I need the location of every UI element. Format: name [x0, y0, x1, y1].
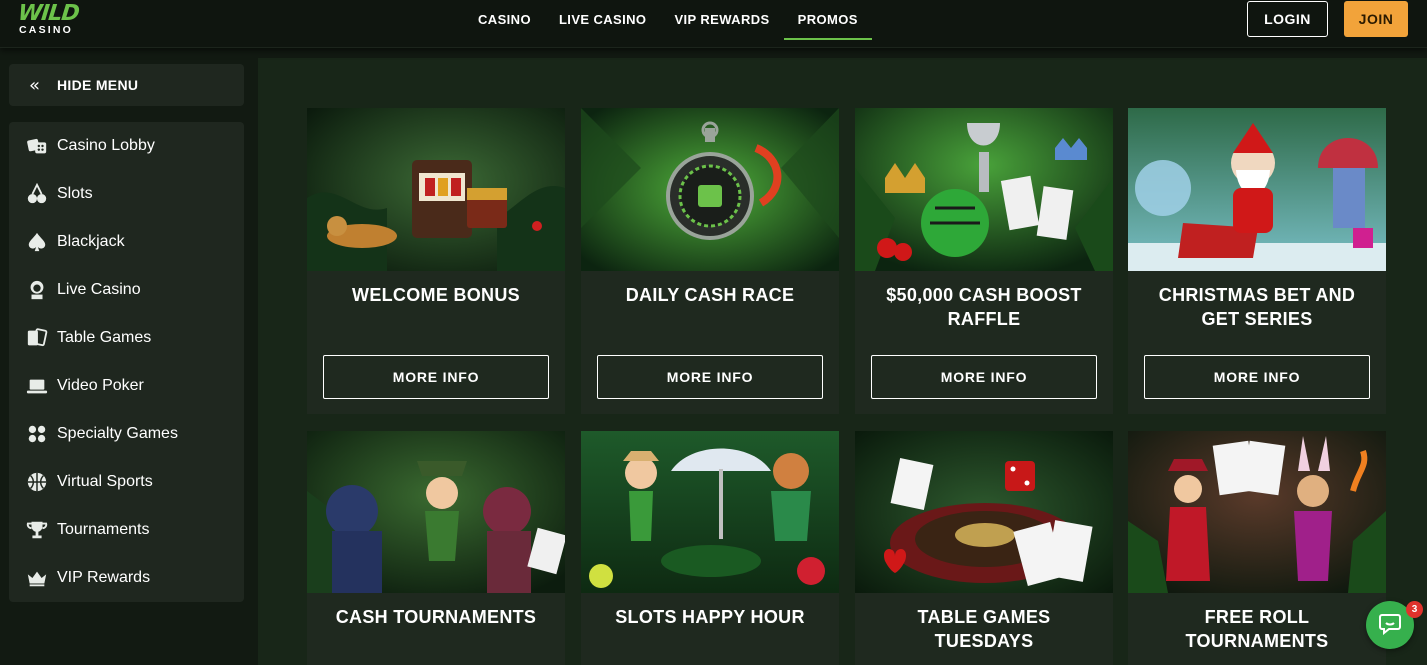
sidebar-item-label: Live Casino — [57, 281, 141, 298]
join-button[interactable]: JOIN — [1344, 1, 1408, 37]
top-header: WILD CASINO CASINO LIVE CASINO VIP REWAR… — [0, 0, 1427, 48]
sidebar-item-label: Virtual Sports — [57, 473, 153, 490]
sidebar-item-label: Blackjack — [57, 233, 125, 250]
sidebar-item-video-poker[interactable]: Video Poker — [9, 362, 244, 410]
promo-title: FREE ROLL TOURNAMENTS — [1185, 607, 1329, 651]
sidebar-item-label: Tournaments — [57, 521, 150, 538]
nav-item-promos[interactable]: PROMOS — [783, 0, 873, 40]
basketball-icon — [25, 470, 49, 494]
sidebar-item-live-casino[interactable]: Live Casino — [9, 266, 244, 314]
sidebar-item-casino-lobby[interactable]: Casino Lobby — [9, 122, 244, 170]
promo-title: CHRISTMAS BET AND GET SERIES — [1158, 285, 1356, 329]
logo-subtitle: CASINO — [19, 24, 74, 36]
sidebar-item-vip-rewards[interactable]: VIP Rewards — [9, 554, 244, 602]
site-logo[interactable]: WILD CASINO — [16, 1, 93, 39]
more-info-button[interactable]: MORE INFO — [323, 355, 549, 399]
login-button[interactable]: LOGIN — [1247, 1, 1328, 37]
dots-icon — [25, 422, 49, 446]
promo-title: $50,000 CASH BOOST RAFFLE — [886, 285, 1082, 329]
promo-title: SLOTS HAPPY HOUR — [615, 607, 805, 627]
sidebar-item-label: Slots — [57, 185, 93, 202]
sidebar-item-label: VIP Rewards — [57, 569, 151, 586]
promo-image-cash-boost-raffle[interactable] — [855, 108, 1113, 271]
promo-title: CASH TOURNAMENTS — [335, 607, 537, 627]
promo-card-welcome-bonus: WELCOME BONUS MORE INFO — [307, 108, 565, 414]
promo-card-free-roll-tournaments: FREE ROLL TOURNAMENTS — [1128, 431, 1386, 665]
sidebar-item-table-games[interactable]: Table Games — [9, 314, 244, 362]
promo-card-slots-happy-hour: SLOTS HAPPY HOUR — [581, 431, 839, 665]
more-info-button[interactable]: MORE INFO — [1144, 355, 1370, 399]
promo-image-slots-happy-hour[interactable] — [581, 431, 839, 593]
sidebar-item-label: Specialty Games — [57, 425, 178, 442]
promo-image-welcome-bonus[interactable] — [307, 108, 565, 271]
promo-image-daily-cash-race[interactable] — [581, 108, 839, 271]
crown-icon — [25, 566, 49, 590]
hide-menu-label: HIDE MENU — [57, 77, 139, 93]
main-nav: CASINO LIVE CASINO VIP REWARDS PROMOS — [464, 0, 873, 40]
promo-image-cash-tournaments[interactable] — [307, 431, 565, 593]
sidebar-item-slots[interactable]: Slots — [9, 170, 244, 218]
promo-title: TABLE GAMES TUESDAYS — [917, 607, 1051, 651]
promo-image-christmas-bet-and-get[interactable] — [1128, 108, 1386, 271]
chat-notification-badge: 3 — [1406, 601, 1423, 618]
dealer-icon — [25, 278, 49, 302]
sidebar-menu: Casino Lobby Slots Blackjack Live Casino… — [9, 122, 244, 602]
promo-image-table-games-tuesdays[interactable] — [855, 431, 1113, 593]
cards-icon — [25, 326, 49, 350]
nav-item-casino[interactable]: CASINO — [464, 0, 545, 40]
promo-card-daily-cash-race: DAILY CASH RACE MORE INFO — [581, 108, 839, 414]
sidebar-item-label: Casino Lobby — [57, 137, 155, 154]
sidebar-item-specialty-games[interactable]: Specialty Games — [9, 410, 244, 458]
spade-icon — [25, 230, 49, 254]
more-info-button[interactable]: MORE INFO — [597, 355, 823, 399]
logo-word: WILD — [16, 1, 81, 26]
promo-title: DAILY CASH RACE — [625, 285, 795, 305]
dice-icon — [25, 134, 49, 158]
promo-title: WELCOME BONUS — [352, 285, 520, 305]
laptop-icon — [25, 374, 49, 398]
double-chevron-left-icon: « — [29, 74, 41, 96]
sidebar-item-label: Table Games — [57, 329, 152, 346]
sidebar-item-label: Video Poker — [57, 377, 144, 394]
promo-card-cash-tournaments: CASH TOURNAMENTS — [307, 431, 565, 665]
promo-card-cash-boost-raffle: $50,000 CASH BOOST RAFFLE MORE INFO — [855, 108, 1113, 414]
nav-item-vip-rewards[interactable]: VIP REWARDS — [660, 0, 783, 40]
nav-item-live-casino[interactable]: LIVE CASINO — [545, 0, 660, 40]
cherries-icon — [25, 182, 49, 206]
promo-card-table-games-tuesdays: TABLE GAMES TUESDAYS — [855, 431, 1113, 665]
hide-menu-button[interactable]: « HIDE MENU — [9, 64, 244, 106]
promo-image-free-roll-tournaments[interactable] — [1128, 431, 1386, 593]
more-info-button[interactable]: MORE INFO — [871, 355, 1097, 399]
chat-bubble-icon — [1378, 611, 1402, 640]
promo-card-christmas-bet-and-get: CHRISTMAS BET AND GET SERIES MORE INFO — [1128, 108, 1386, 414]
sidebar-item-tournaments[interactable]: Tournaments — [9, 506, 244, 554]
sidebar-item-blackjack[interactable]: Blackjack — [9, 218, 244, 266]
sidebar-item-virtual-sports[interactable]: Virtual Sports — [9, 458, 244, 506]
trophy-icon — [25, 518, 49, 542]
